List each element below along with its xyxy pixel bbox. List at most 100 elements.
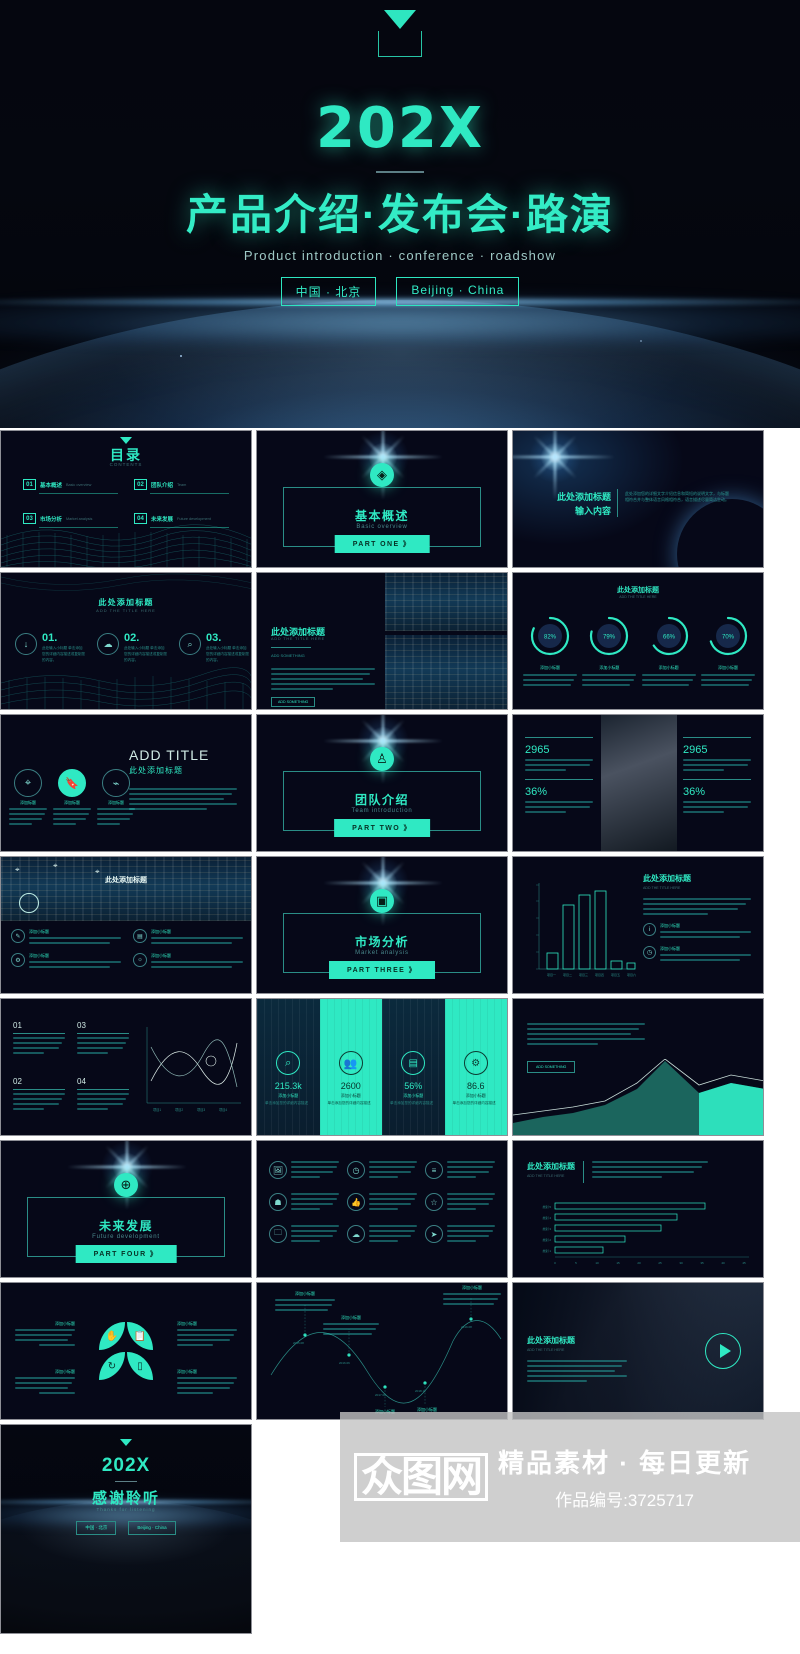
step-item-1[interactable]: ↓ 01. 此处输入小标题 单击添加您的详细内容描述或复制您的内容。: [15, 633, 86, 663]
clipboard-icon[interactable]: 📋: [127, 1322, 153, 1350]
donut-item-3[interactable]: 66% 添加小标题: [641, 613, 696, 689]
play-icon[interactable]: [705, 1333, 741, 1369]
icon-grid-item-5[interactable]: 👍: [347, 1193, 417, 1213]
icon-item-1[interactable]: ⌖ 添加标题: [9, 769, 47, 828]
toc-item-1[interactable]: 01 基本概述 Basic overview: [23, 479, 118, 494]
slide-bar-chart[interactable]: 项目一 项目二 项目三 项目四 项目五 项目六 此处添加标题 ADD THE TITLE…: [512, 856, 764, 994]
icon-item-2[interactable]: 🔖 添加标题: [53, 769, 91, 828]
timeline-date: 2016.06: [339, 1361, 350, 1365]
slide-text-with-photos[interactable]: 此处添加标题 ADD THE TITLE HERE ADD SOMETHING …: [256, 572, 508, 710]
refresh-icon[interactable]: ↻: [99, 1352, 125, 1380]
slide-line-chart[interactable]: 01 03 02 04 项目1 项目2 项目3 项目4: [0, 998, 252, 1136]
donut-chart: 82%: [530, 616, 570, 656]
slide-map-cards[interactable]: ⌖ ⌖ ⌖ 此处添加标题 ✎ 添加小标题 ▤ 添加小标题 ⚙ 添加小标题 ☼ 添…: [0, 856, 252, 994]
timeline-point-5[interactable]: 添加小标题: [443, 1285, 501, 1308]
icon-grid-item-4[interactable]: ☗: [269, 1193, 339, 1213]
icon-grid-item-1[interactable]: 🖼: [269, 1161, 339, 1181]
slide-title-cn: 此处添加标题: [617, 587, 659, 594]
part-button[interactable]: PART ONE 》: [334, 535, 430, 553]
slide-earth-intro[interactable]: 此处添加标题 输入内容 此处添加您的详细文字介绍信息和简短的说明文字，与标题相符…: [512, 430, 764, 568]
slide-part-one-divider[interactable]: ◈ 基本概述 Basic overview PART ONE 》: [256, 430, 508, 568]
form-icon: ▤: [401, 1051, 426, 1075]
kpi-label: 添加小标题: [403, 1093, 424, 1098]
svg-text:项目一: 项目一: [547, 973, 556, 977]
kpi-card-3[interactable]: ▤ 56% 添加小标题 单击添加您的详细内容描述: [382, 999, 445, 1135]
slide-part-two-divider[interactable]: ♙ 团队介绍 Team introduction PART TWO 》: [256, 714, 508, 852]
slide-title-en: ADD TITLE: [129, 747, 210, 763]
icon-grid-item-3[interactable]: ≡: [425, 1161, 495, 1181]
line-item-3[interactable]: 03: [77, 1021, 129, 1057]
download-icon: ↓: [15, 633, 37, 655]
slide-table-of-contents[interactable]: 目录 CONTENTS 01 基本概述 Basic overview 02 团队…: [0, 430, 252, 568]
mobile-icon[interactable]: ▯: [127, 1352, 153, 1380]
part-button[interactable]: PART THREE 》: [329, 961, 435, 979]
slide-icon-grid[interactable]: 🖼 ◷ ≡ ☗ 👍 ☆ 🗀 ☁ ➤: [256, 1140, 508, 1278]
kpi-value: 215.3k: [274, 1081, 302, 1091]
slide-part-three-divider[interactable]: ▣ 市场分析 Market analysis PART THREE 》: [256, 856, 508, 994]
slide-part-four-divider[interactable]: ⊕ 未来发展 Future development PART FOUR 》: [0, 1140, 252, 1278]
item-number: 01: [13, 1021, 22, 1030]
step-item-2[interactable]: ☁ 02. 此处输入小标题 单击添加您的详细内容描述或复制您的内容。: [97, 633, 168, 663]
icon-item-3[interactable]: ⌁ 添加标题: [97, 769, 135, 828]
toc-number: 01: [23, 479, 36, 490]
icon-grid-item-2[interactable]: ◷: [347, 1161, 417, 1181]
kpi-card-2[interactable]: 👥 2600 添加小标题 单击添加您的详细内容描述: [319, 999, 382, 1135]
toc-item-2[interactable]: 02 团队介绍 Team: [134, 479, 229, 494]
slide-four-petal[interactable]: ✋ 📋 ↻ ▯ 添加小标题 添加小标题 添加小标题 添加小标题: [0, 1282, 252, 1420]
info-icon: i: [643, 923, 656, 936]
part-button[interactable]: PART TWO 》: [334, 819, 430, 837]
icon-item-label: 添加标题: [64, 800, 80, 805]
donut-item-1[interactable]: 82% 添加小标题: [523, 613, 577, 689]
slide-thanks[interactable]: 202X 感谢聆听 Thanks for listening 中国 · 北京 B…: [0, 1424, 252, 1634]
petal-text-1: 添加小标题: [15, 1321, 75, 1349]
donut-item-2[interactable]: 79% 添加小标题: [582, 613, 637, 689]
wireframe-terrain-top: [1, 573, 251, 591]
slide-title-cn: 此处添加标题: [105, 877, 147, 884]
svg-text:40: 40: [721, 1261, 725, 1265]
toc-number: 04: [134, 513, 147, 524]
icon-grid-item-7[interactable]: 🗀: [269, 1225, 339, 1245]
bullet-label: 添加小标题: [660, 946, 680, 951]
cloud-icon: ☁: [347, 1225, 365, 1243]
slide-area-chart[interactable]: ADD SOMETHING: [512, 998, 764, 1136]
slide-title-line2: 输入内容: [574, 505, 611, 516]
bullet-item-1[interactable]: i 添加小标题: [643, 923, 751, 941]
toc-item-3[interactable]: 03 市场分析 Market analysis: [23, 513, 118, 528]
clock-icon: ◷: [347, 1161, 365, 1179]
kpi-card-1[interactable]: ⌕ 215.3k 添加小标题 单击添加您的详细内容描述: [257, 999, 320, 1135]
slide-donut-gauges[interactable]: 此处添加标题 ADD THE TITLE HERE 82% 添加小标题 79% …: [512, 572, 764, 710]
line-item-2[interactable]: 02: [13, 1077, 65, 1113]
timeline-label: 添加小标题: [341, 1315, 361, 1320]
donut-label: 添加小标题: [658, 665, 679, 670]
timeline-date: 2018.11: [415, 1389, 426, 1393]
donut-item-4[interactable]: 70% 添加小标题: [700, 613, 755, 689]
slide-stats-photo[interactable]: 2965 36% 2965 36%: [512, 714, 764, 852]
timeline-point-1[interactable]: 添加小标题: [275, 1291, 335, 1314]
slide-video[interactable]: 此处添加标题 ADD THE TITLE HERE: [512, 1282, 764, 1420]
hand-icon[interactable]: ✋: [99, 1322, 125, 1350]
toc-item-4[interactable]: 04 未来发展 Future development: [134, 513, 229, 528]
step-text: 此处输入小标题 单击添加您的详细内容描述或复制您的内容。: [206, 646, 250, 662]
map-card-1[interactable]: ✎ 添加小标题: [11, 929, 121, 947]
icon-grid-item-8[interactable]: ☁: [347, 1225, 417, 1245]
slide-three-steps[interactable]: 此处添加标题 ADD THE TITLE HERE ↓ 01. 此处输入小标题 …: [0, 572, 252, 710]
icon-grid-item-6[interactable]: ☆: [425, 1193, 495, 1213]
icon-grid-item-9[interactable]: ➤: [425, 1225, 495, 1245]
part-button[interactable]: PART FOUR 》: [75, 1245, 177, 1263]
slide-timeline[interactable]: 添加小标题 添加小标题 添加小标题 添加小标题 添加小标题 2015.08 20…: [256, 1282, 508, 1420]
kpi-card-4[interactable]: ⚙ 86.6 添加小标题 单击添加您的详细内容描述: [444, 999, 507, 1135]
line-item-4[interactable]: 04: [77, 1077, 129, 1113]
body-lines: [271, 668, 375, 693]
timeline-point-2[interactable]: 添加小标题: [323, 1315, 379, 1338]
map-card-4[interactable]: ☼ 添加小标题: [133, 953, 243, 971]
slide-kpi-cards[interactable]: ⌕ 215.3k 添加小标题 单击添加您的详细内容描述 👥 2600 添加小标题…: [256, 998, 508, 1136]
slide-horizontal-bars[interactable]: 此处添加标题 ADD THE TITLE HERE 类别 5 类别 4 类别 3 类…: [512, 1140, 764, 1278]
map-card-3[interactable]: ⚙ 添加小标题: [11, 953, 121, 971]
petal-label: 添加小标题: [177, 1369, 197, 1374]
bullet-item-2[interactable]: ◷ 添加小标题: [643, 946, 751, 964]
add-something-button[interactable]: ADD SOMETHING: [271, 697, 316, 707]
line-item-1[interactable]: 01: [13, 1021, 65, 1057]
slide-add-title-icons[interactable]: ADD TITLE 此处添加标题 ⌖ 添加标题 🔖 添加标题 ⌁ 添加标题: [0, 714, 252, 852]
step-item-3[interactable]: ⌕ 03. 此处输入小标题 单击添加您的详细内容描述或复制您的内容。: [179, 633, 250, 663]
map-card-2[interactable]: ▤ 添加小标题: [133, 929, 243, 947]
